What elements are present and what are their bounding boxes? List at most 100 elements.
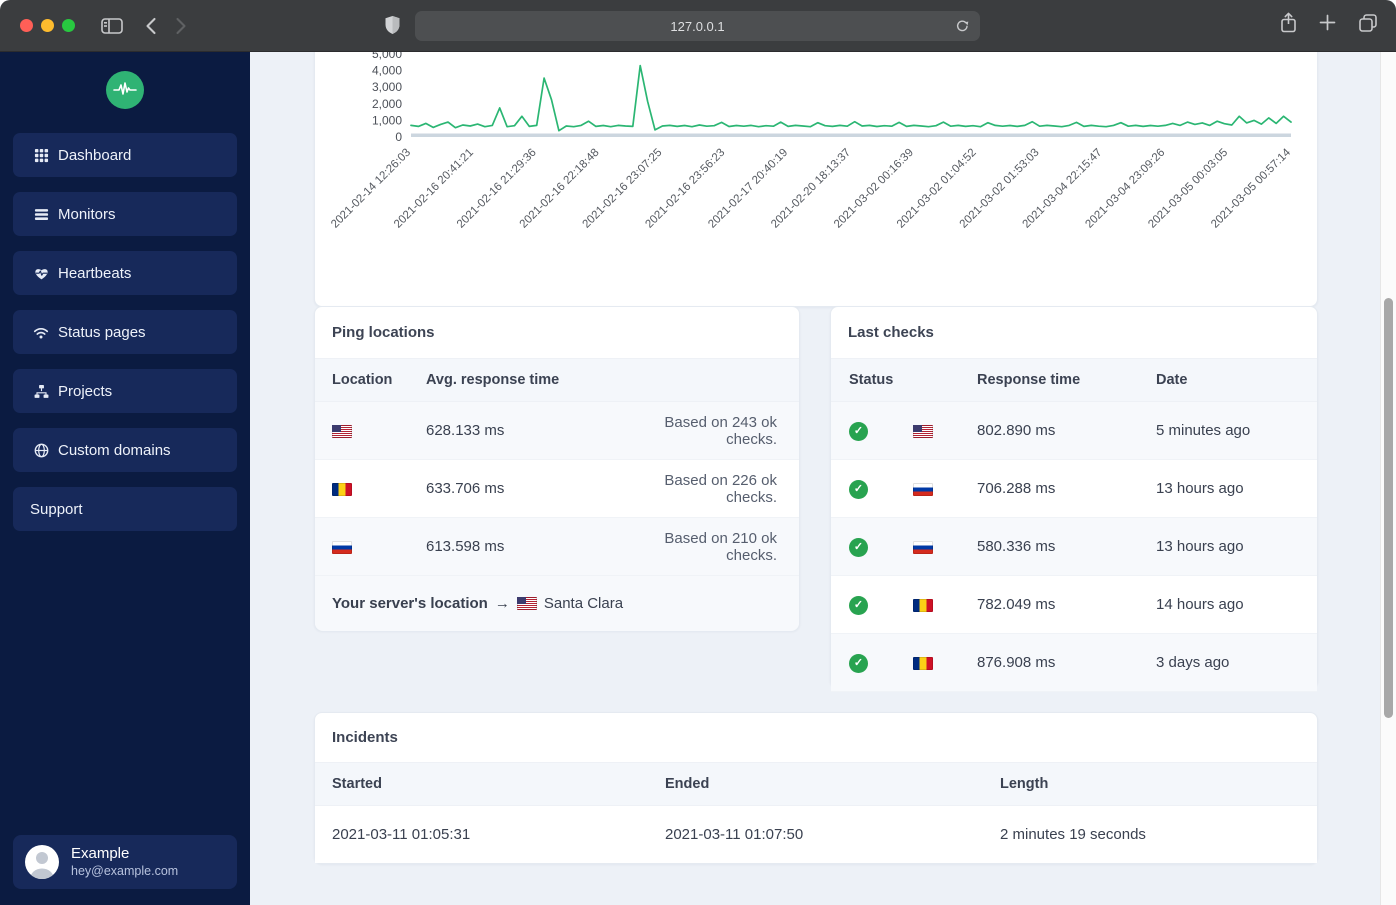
address-bar[interactable]: 127.0.0.1 bbox=[415, 11, 980, 41]
status-ok-icon bbox=[849, 479, 868, 499]
col-ended: Ended bbox=[665, 776, 710, 792]
country-flag-icon bbox=[913, 598, 933, 612]
forward-button[interactable] bbox=[175, 17, 187, 35]
sidebar-item-label: Custom domains bbox=[58, 441, 171, 459]
ping-locations-table: 628.133 ms Based on 243 ok checks. 633.7… bbox=[315, 402, 799, 576]
table-row: 802.890 ms 5 minutes ago bbox=[831, 402, 1317, 460]
ping-locations-card: Ping locations Location Avg. response ti… bbox=[314, 306, 800, 631]
table-row: 782.049 ms 14 hours ago bbox=[831, 576, 1317, 634]
country-flag-icon bbox=[516, 597, 537, 610]
avg-response-time-value: 633.706 ms bbox=[426, 480, 505, 497]
check-date: 13 hours ago bbox=[1156, 538, 1244, 555]
sidebar-item-custom-domains[interactable]: Custom domains bbox=[13, 428, 237, 472]
checks-count-note: Based on 243 ok checks. bbox=[664, 413, 777, 448]
sidebar-item-support[interactable]: Support bbox=[13, 487, 237, 531]
incidents-card: Incidents Started Ended Length 2021-03-1… bbox=[314, 712, 1318, 864]
sidebar: Dashboard Monitors Heartbeats Status pag… bbox=[0, 52, 250, 905]
card-title: Incidents bbox=[315, 713, 1317, 763]
svg-text:4,000: 4,000 bbox=[372, 64, 402, 78]
incident-ended: 2021-03-11 01:07:50 bbox=[665, 826, 804, 843]
status-ok-icon bbox=[849, 537, 868, 557]
country-flag-icon bbox=[913, 424, 933, 438]
user-profile[interactable]: Example hey@example.com bbox=[13, 835, 237, 889]
table-header: Status Response time Date bbox=[831, 359, 1317, 402]
svg-text:5,000: 5,000 bbox=[372, 52, 402, 61]
check-date: 14 hours ago bbox=[1156, 596, 1244, 613]
reload-icon[interactable] bbox=[955, 18, 970, 34]
fullscreen-window-button[interactable] bbox=[62, 19, 75, 32]
response-time-chart: 01,0002,0003,0004,0005,0002021-02-14 12:… bbox=[329, 52, 1293, 231]
sidebar-item-monitors[interactable]: Monitors bbox=[13, 192, 237, 236]
response-time-value: 580.336 ms bbox=[977, 538, 1056, 555]
table-row: 613.598 ms Based on 210 ok checks. bbox=[315, 518, 799, 576]
pulse-logo-icon bbox=[113, 82, 137, 95]
back-button[interactable] bbox=[145, 17, 157, 35]
table-header: Started Ended Length bbox=[315, 763, 1317, 806]
server-city: Santa Clara bbox=[543, 595, 624, 612]
check-date: 5 minutes ago bbox=[1156, 422, 1251, 439]
response-time-value: 802.890 ms bbox=[977, 422, 1056, 439]
arrow-right-icon: → bbox=[494, 595, 510, 612]
window-controls bbox=[20, 19, 75, 32]
sidebar-item-dashboard[interactable]: Dashboard bbox=[13, 133, 237, 177]
last-checks-card: Last checks Status Response time Date 80… bbox=[830, 306, 1318, 692]
table-row: 633.706 ms Based on 226 ok checks. bbox=[315, 460, 799, 518]
scrollbar-track[interactable] bbox=[1380, 52, 1396, 905]
country-flag-icon bbox=[332, 424, 352, 438]
globe-icon bbox=[33, 442, 49, 458]
close-window-button[interactable] bbox=[20, 19, 33, 32]
svg-text:0: 0 bbox=[395, 130, 402, 144]
sidebar-item-status-pages[interactable]: Status pages bbox=[13, 310, 237, 354]
status-ok-icon bbox=[849, 653, 868, 673]
svg-text:3,000: 3,000 bbox=[372, 80, 402, 94]
sidebar-nav: Dashboard Monitors Heartbeats Status pag… bbox=[0, 133, 250, 531]
country-flag-icon bbox=[913, 540, 933, 554]
table-row: 2021-03-11 01:05:31 2021-03-11 01:07:50 … bbox=[315, 806, 1317, 863]
minimize-window-button[interactable] bbox=[41, 19, 54, 32]
user-email: hey@example.com bbox=[71, 864, 179, 878]
col-avg-response-time: Avg. response time bbox=[426, 372, 560, 388]
app-area: Dashboard Monitors Heartbeats Status pag… bbox=[0, 52, 1396, 905]
response-time-value: 706.288 ms bbox=[977, 480, 1056, 497]
col-response-time: Response time bbox=[977, 372, 1081, 388]
table-row: 628.133 ms Based on 243 ok checks. bbox=[315, 402, 799, 460]
browser-chrome: 127.0.0.1 bbox=[0, 0, 1396, 52]
sidebar-item-projects[interactable]: Projects bbox=[13, 369, 237, 413]
response-time-value: 782.049 ms bbox=[977, 596, 1056, 613]
list-icon bbox=[33, 206, 49, 222]
status-ok-icon bbox=[849, 595, 868, 615]
sidebar-item-label: Monitors bbox=[58, 205, 116, 223]
new-tab-icon[interactable] bbox=[1319, 14, 1336, 31]
country-flag-icon bbox=[332, 482, 352, 496]
svg-text:1,000: 1,000 bbox=[372, 113, 402, 127]
checks-count-note: Based on 226 ok checks. bbox=[664, 471, 777, 506]
privacy-shield-icon[interactable] bbox=[384, 15, 401, 36]
country-flag-icon bbox=[332, 540, 352, 554]
scrollbar-thumb[interactable] bbox=[1384, 298, 1393, 718]
table-row: 876.908 ms 3 days ago bbox=[831, 634, 1317, 692]
incident-started: 2021-03-11 01:05:31 bbox=[332, 826, 471, 843]
app-logo bbox=[106, 71, 144, 109]
sidebar-toggle-icon[interactable] bbox=[101, 17, 123, 34]
sidebar-item-label: Status pages bbox=[58, 323, 146, 341]
table-row: 706.288 ms 13 hours ago bbox=[831, 460, 1317, 518]
main-content: 0 1,000 2,000 3,000 4,000 5,000 2021-02-14 12:… bbox=[250, 52, 1396, 905]
svg-text:2,000: 2,000 bbox=[372, 97, 402, 111]
checks-count-note: Based on 210 ok checks. bbox=[664, 529, 777, 564]
country-flag-icon bbox=[913, 482, 933, 496]
response-time-chart-card: 0 1,000 2,000 3,000 4,000 5,000 2021-02-14 12:… bbox=[314, 52, 1318, 307]
chrome-right-tools bbox=[1280, 12, 1378, 33]
share-icon[interactable] bbox=[1280, 12, 1297, 33]
sidebar-item-label: Projects bbox=[58, 382, 113, 400]
tab-overview-icon[interactable] bbox=[1358, 13, 1378, 33]
status-ok-icon bbox=[849, 421, 868, 441]
sidebar-item-heartbeats[interactable]: Heartbeats bbox=[13, 251, 237, 295]
sidebar-item-label: Heartbeats bbox=[58, 264, 132, 282]
avatar bbox=[25, 845, 59, 879]
table-row: 580.336 ms 13 hours ago bbox=[831, 518, 1317, 576]
user-name: Example bbox=[71, 845, 130, 862]
sidebar-item-label: Support bbox=[30, 500, 83, 518]
avg-response-time-value: 613.598 ms bbox=[426, 538, 505, 555]
avg-response-time-value: 628.133 ms bbox=[426, 422, 505, 439]
check-date: 3 days ago bbox=[1156, 654, 1230, 671]
